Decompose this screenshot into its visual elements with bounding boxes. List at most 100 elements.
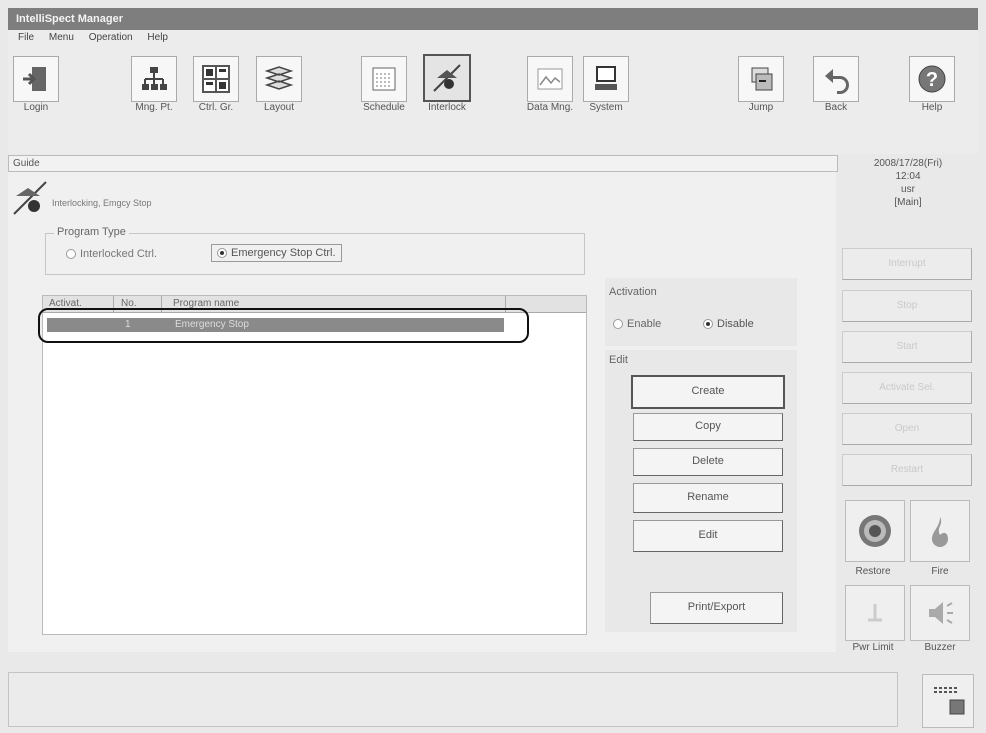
schedule-icon (361, 56, 407, 102)
panel-icon (934, 687, 965, 715)
toolbar-schedule-label: Schedule (363, 102, 405, 113)
menu-menu[interactable]: Menu (49, 30, 74, 46)
radio-indicator (703, 319, 713, 330)
date-text: 2008/17/28(Fri) (873, 158, 943, 169)
data-management-icon (527, 56, 573, 102)
back-arrow-icon (813, 56, 859, 102)
restart-button[interactable]: Restart (842, 454, 972, 486)
svg-text:?: ? (926, 69, 938, 91)
status-message-bar (8, 672, 898, 727)
mode-text: [Main] (894, 197, 922, 208)
restore-icon (859, 515, 891, 547)
management-point-icon (131, 56, 177, 102)
toolbar-jump-button[interactable]: Jump (735, 56, 787, 113)
open-button[interactable]: Open (842, 413, 972, 445)
program-type-title: Program Type (54, 226, 129, 238)
buzzer-button[interactable] (910, 585, 970, 641)
activation-group: Activation Enable Disable (605, 278, 797, 346)
toolbar-back-button[interactable]: Back (810, 56, 862, 113)
user-text: usr (901, 184, 915, 195)
edit-group: Edit Create Copy Delete Rename Edit Prin… (605, 350, 797, 632)
toolbar-login-button[interactable]: Login (10, 56, 62, 113)
radio-interlocked-label: Interlocked Ctrl. (80, 248, 158, 260)
interrupt-button[interactable]: Interrupt (842, 248, 972, 280)
toolbar-system-label: System (589, 102, 623, 113)
edit-title: Edit (609, 354, 628, 366)
toolbar-layout-button[interactable]: Layout (253, 56, 305, 113)
toolbar-mng-pt-label: Mng. Pt. (135, 102, 173, 113)
toolbar-interlock-button[interactable]: Interlock (421, 54, 473, 113)
system-computer-icon (583, 56, 629, 102)
stop-button[interactable]: Stop (842, 290, 972, 322)
breadcrumb-text: Interlocking, Emgcy Stop (52, 198, 152, 208)
interlock-icon (423, 54, 471, 102)
panel-toggle-button[interactable] (922, 674, 974, 728)
buzzer-label: Buzzer (924, 642, 956, 653)
toolbar-data-mng-label: Data Mng. (526, 102, 574, 113)
toolbar: Login Mng. Pt. Ctrl. Gr. Layout Schedule (8, 46, 978, 154)
layout-icon (256, 56, 302, 102)
radio-interlocked-ctrl[interactable]: Interlocked Ctrl. (66, 248, 157, 260)
toolbar-layout-label: Layout (263, 102, 295, 113)
jump-icon (738, 56, 784, 102)
toolbar-ctrl-gr-label: Ctrl. Gr. (198, 102, 234, 113)
window-title-bar: IntelliSpect Manager (8, 8, 978, 30)
radio-disable[interactable]: Disable (703, 318, 754, 330)
program-list[interactable]: Activat. No. Program name 1 Emergency St… (42, 295, 587, 635)
rename-button[interactable]: Rename (633, 483, 783, 513)
breadcrumb: Interlocking, Emgcy Stop (8, 176, 308, 216)
toolbar-login-label: Login (23, 102, 49, 113)
toolbar-interlock-label: Interlock (428, 102, 466, 113)
create-button[interactable]: Create (631, 375, 785, 409)
toolbar-mng-pt-button[interactable]: Mng. Pt. (128, 56, 180, 113)
buzzer-icon (929, 602, 953, 624)
menu-file[interactable]: File (18, 30, 34, 46)
radio-indicator (613, 319, 623, 330)
copy-button[interactable]: Copy (633, 413, 783, 441)
radio-indicator (217, 248, 227, 259)
restore-label: Restore (855, 566, 891, 577)
time-text: 12:04 (895, 171, 921, 182)
application-window: IntelliSpect Manager File Menu Operation… (0, 0, 986, 733)
menu-help[interactable]: Help (147, 30, 168, 46)
menu-operation[interactable]: Operation (89, 30, 133, 46)
edit-button[interactable]: Edit (633, 520, 783, 552)
radio-enable-label: Enable (627, 318, 662, 330)
radio-emergency-stop-ctrl[interactable]: Emergency Stop Ctrl. (211, 244, 342, 262)
radio-enable[interactable]: Enable (613, 318, 661, 330)
window-title: IntelliSpect Manager (16, 13, 123, 25)
start-button[interactable]: Start (842, 331, 972, 363)
fire-label: Fire (931, 566, 949, 577)
login-door-icon (13, 56, 59, 102)
guide-bar[interactable]: Guide (8, 155, 838, 172)
toolbar-help-label: Help (921, 102, 943, 113)
guide-label: Guide (13, 158, 40, 169)
radio-disable-label: Disable (717, 318, 754, 330)
restore-button[interactable] (845, 500, 905, 562)
radio-emergency-label: Emergency Stop Ctrl. (231, 247, 336, 259)
row-highlight-callout (38, 308, 529, 343)
toolbar-data-mng-button[interactable]: Data Mng. (524, 56, 576, 113)
interlock-icon (13, 181, 47, 215)
toolbar-jump-label: Jump (748, 102, 774, 113)
toolbar-help-button[interactable]: ? Help (906, 56, 958, 113)
toolbar-system-button[interactable]: System (580, 56, 632, 113)
fire-icon (932, 517, 948, 547)
print-export-button[interactable]: Print/Export (650, 592, 783, 624)
pwr-limit-label: Pwr Limit (852, 642, 894, 653)
fire-button[interactable] (910, 500, 970, 562)
activation-title: Activation (609, 286, 657, 298)
delete-button[interactable]: Delete (633, 448, 783, 476)
control-group-icon (193, 56, 239, 102)
menu-bar: File Menu Operation Help (8, 30, 978, 46)
pwr-limit-button[interactable] (845, 585, 905, 641)
help-question-icon: ? (909, 56, 955, 102)
toolbar-ctrl-gr-button[interactable]: Ctrl. Gr. (190, 56, 242, 113)
radio-indicator (66, 249, 76, 260)
toolbar-schedule-button[interactable]: Schedule (358, 56, 410, 113)
activate-sel-button[interactable]: Activate Sel. (842, 372, 972, 404)
toolbar-back-label: Back (824, 102, 848, 113)
power-limit-icon (868, 604, 882, 622)
program-type-group: Program Type Interlocked Ctrl. Emergency… (45, 226, 585, 275)
datetime-panel: 2008/17/28(Fri) 12:04 usr [Main] (842, 157, 974, 235)
